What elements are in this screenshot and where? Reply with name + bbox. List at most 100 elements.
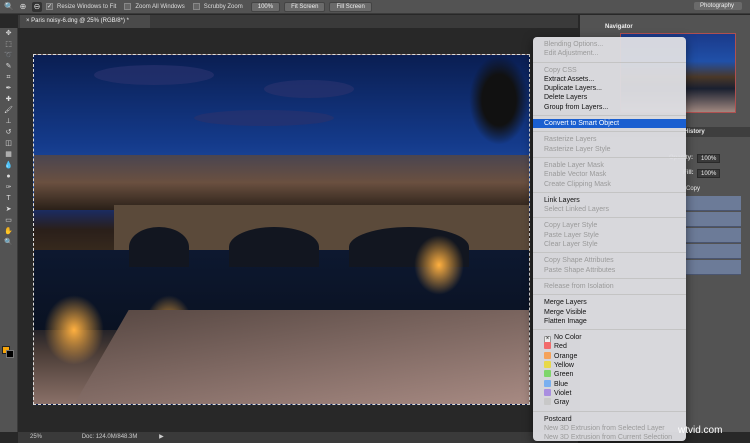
100-percent-button[interactable]: 100%	[250, 1, 281, 12]
menu-item-blending-options: Blending Options...	[533, 40, 686, 49]
menu-item-label: Copy CSS	[544, 66, 577, 74]
menu-item-orange[interactable]: Orange	[533, 351, 686, 361]
crop-tool-icon[interactable]: ⌗	[0, 72, 17, 83]
path-select-tool-icon[interactable]: ➤	[0, 204, 17, 215]
menu-item-convert-to-smart-object[interactable]: Convert to Smart Object	[533, 119, 686, 129]
stamp-tool-icon[interactable]: ⊥	[0, 116, 17, 127]
menu-item-copy-layer-style: Copy Layer Style	[533, 221, 686, 230]
menu-item-copy-shape-attributes: Copy Shape Attributes	[533, 256, 686, 265]
options-bar: 🔍 ⊕ ⊖ ✓ Resize Windows to Fit Zoom All W…	[0, 0, 750, 14]
menu-item-enable-layer-mask: Enable Layer Mask	[533, 161, 686, 170]
eraser-tool-icon[interactable]: ◫	[0, 138, 17, 149]
background-color-swatch[interactable]	[6, 350, 14, 358]
zoom-tool-icon[interactable]: 🔍	[4, 2, 14, 12]
menu-item-label: Clear Layer Style	[544, 241, 598, 249]
menu-item-merge-layers[interactable]: Merge Layers	[533, 298, 686, 307]
navigator-tab[interactable]: Navigator	[601, 22, 637, 32]
menu-item-paste-shape-attributes: Paste Shape Attributes	[533, 266, 686, 275]
document-tab-title: Paris noisy-6.dng @ 25% (RGB/8*) *	[31, 18, 129, 24]
menu-item-label: New 3D Extrusion from Selected Layer	[544, 424, 665, 432]
menu-item-green[interactable]: Green	[533, 370, 686, 379]
tree	[469, 55, 529, 145]
shape-tool-icon[interactable]: ▭	[0, 215, 17, 226]
gradient-tool-icon[interactable]: ▦	[0, 149, 17, 160]
menu-item-label: Enable Layer Mask	[544, 161, 604, 169]
healing-tool-icon[interactable]: ✚	[0, 94, 17, 105]
color-swatch-icon	[544, 351, 551, 359]
menu-separator	[533, 410, 686, 412]
menu-separator	[533, 277, 686, 279]
fill-screen-button[interactable]: Fill Screen	[329, 1, 372, 12]
quick-select-tool-icon[interactable]: ✎	[0, 61, 17, 72]
move-tool-icon[interactable]: ✥	[0, 28, 17, 39]
fit-screen-button[interactable]: Fit Screen	[284, 1, 326, 12]
zoom-out-icon[interactable]: ⊖	[32, 1, 42, 12]
menu-item-new-3d-extrusion-from-current-selection: New 3D Extrusion from Current Selection	[533, 433, 686, 442]
menu-item-label: Copy Shape Attributes	[544, 257, 614, 265]
color-swatch-icon	[544, 342, 551, 350]
layer-row[interactable]	[686, 196, 741, 211]
color-swatch-icon	[544, 370, 551, 378]
resize-windows-checkbox[interactable]: ✓	[46, 3, 53, 10]
zoom-all-label: Zoom All Windows	[135, 3, 185, 10]
menu-item-label: Merge Visible	[544, 308, 587, 316]
menu-item-new-3d-extrusion-from-selected-layer: New 3D Extrusion from Selected Layer	[533, 424, 686, 433]
scrubby-zoom-checkbox[interactable]	[192, 3, 200, 10]
menu-item-blue[interactable]: Blue	[533, 379, 686, 389]
zoom-all-checkbox[interactable]	[124, 3, 132, 10]
menu-item-label: Postcard	[544, 415, 572, 423]
workspace-select[interactable]: Photography	[694, 2, 742, 10]
lasso-tool-icon[interactable]: ➰	[0, 50, 17, 61]
menu-item-label: Duplicate Layers...	[544, 85, 602, 93]
menu-separator	[533, 252, 686, 254]
menu-item-yellow[interactable]: Yellow	[533, 361, 686, 370]
history-brush-icon[interactable]: ↺	[0, 127, 17, 138]
marquee-tool-icon[interactable]: ⬚	[0, 39, 17, 50]
menu-separator	[533, 329, 686, 331]
eyedropper-tool-icon[interactable]: ✒	[0, 83, 17, 94]
menu-item-clear-layer-style: Clear Layer Style	[533, 240, 686, 249]
menu-item-group-from-layers[interactable]: Group from Layers...	[533, 103, 686, 112]
menu-item-postcard[interactable]: Postcard	[533, 415, 686, 424]
menu-item-release-from-isolation: Release from Isolation	[533, 282, 686, 291]
color-swatch-icon	[544, 361, 551, 369]
menu-item-no-color[interactable]: × No Color	[533, 333, 686, 344]
document-tab[interactable]: × Paris noisy-6.dng @ 25% (RGB/8*) *	[20, 15, 150, 28]
status-menu-arrow-icon[interactable]: ▶	[159, 434, 164, 440]
menu-item-label: Create Clipping Mask	[544, 180, 611, 188]
menu-item-delete-layers[interactable]: Delete Layers	[533, 93, 686, 102]
menu-item-link-layers[interactable]: Link Layers	[533, 196, 686, 205]
layer-row[interactable]	[686, 212, 741, 227]
blur-tool-icon[interactable]: 💧	[0, 160, 17, 171]
menu-item-label: Enable Vector Mask	[544, 171, 607, 179]
hand-tool-icon[interactable]: ✋	[0, 226, 17, 237]
menu-item-duplicate-layers[interactable]: Duplicate Layers...	[533, 84, 686, 93]
zoom-level[interactable]: 25%	[30, 434, 42, 440]
fill-field[interactable]: 100%	[697, 169, 721, 178]
menu-item-flatten-image[interactable]: Flatten Image	[533, 317, 686, 326]
menu-item-label: Flatten Image	[544, 317, 587, 325]
menu-item-label: Yellow	[554, 362, 574, 370]
layer-row[interactable]	[686, 244, 741, 259]
menu-item-label: New 3D Extrusion from Current Selection	[544, 434, 672, 442]
image-canvas[interactable]	[33, 54, 530, 405]
menu-item-extract-assets[interactable]: Extract Assets...	[533, 75, 686, 84]
menu-item-copy-css: Copy CSS	[533, 66, 686, 75]
menu-item-merge-visible[interactable]: Merge Visible	[533, 308, 686, 317]
zoom-tool-icon[interactable]: 🔍	[0, 237, 17, 248]
layer-row[interactable]	[686, 260, 741, 275]
type-tool-icon[interactable]: T	[0, 193, 17, 204]
dodge-tool-icon[interactable]: ●	[0, 171, 17, 182]
menu-item-label: Edit Adjustment...	[544, 50, 599, 58]
menu-item-violet[interactable]: Violet	[533, 388, 686, 398]
layer-row[interactable]	[686, 228, 741, 243]
menu-item-red[interactable]: Red	[533, 342, 686, 351]
opacity-field[interactable]: 100%	[697, 154, 721, 163]
brush-tool-icon[interactable]: 🖌	[0, 105, 17, 116]
zoom-in-icon[interactable]: ⊕	[18, 2, 28, 12]
pen-tool-icon[interactable]: ✑	[0, 182, 17, 193]
doc-size-info[interactable]: Doc: 124.0M/848.3M	[82, 434, 138, 440]
menu-item-gray[interactable]: Gray	[533, 398, 686, 407]
menu-separator	[533, 217, 686, 219]
tools-panel: ✥ ⬚ ➰ ✎ ⌗ ✒ ✚ 🖌 ⊥ ↺ ◫ ▦ 💧 ● ✑ T ➤ ▭ ✋ 🔍	[0, 28, 18, 432]
